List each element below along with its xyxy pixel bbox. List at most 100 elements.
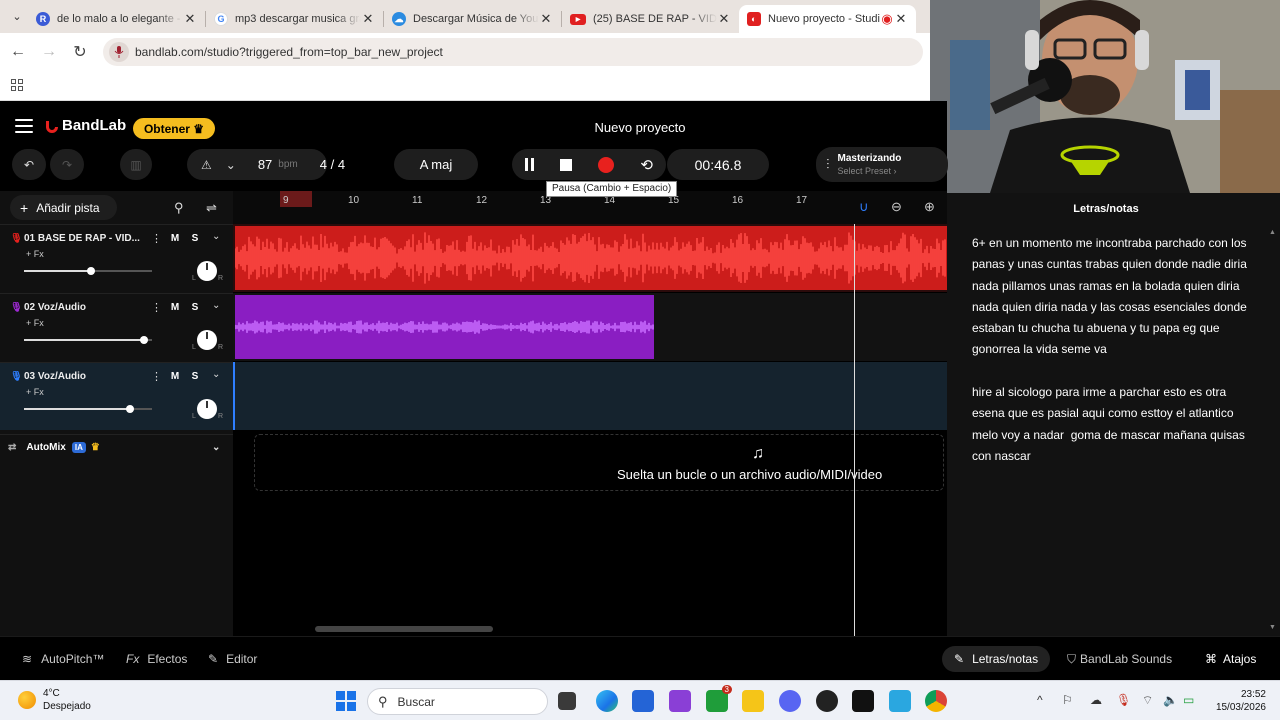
xbox-icon[interactable]: 3 bbox=[706, 685, 732, 712]
key-selector[interactable]: A maj bbox=[394, 149, 478, 180]
track-lane-selected[interactable] bbox=[233, 362, 947, 430]
drop-zone[interactable]: ♫ Suelta un bucle o un archivo audio/MID… bbox=[254, 434, 944, 491]
zoom-in-icon[interactable]: ⊕ bbox=[924, 199, 935, 215]
close-tab-icon[interactable]: ✕ bbox=[183, 11, 197, 27]
timeline-area[interactable]: 9 10 11 12 13 14 15 16 17 ∪ ⊖ ⊕ ♫ Suelta… bbox=[233, 191, 947, 636]
volume-icon[interactable]: 🔈 bbox=[1163, 693, 1178, 707]
shortcuts-button[interactable]: ⌘ Atajos bbox=[1205, 646, 1256, 672]
time-signature[interactable]: 4 / 4 bbox=[320, 157, 345, 172]
more-options-icon[interactable]: ⋮ bbox=[151, 370, 162, 383]
volume-slider[interactable] bbox=[24, 405, 152, 413]
browser-tab[interactable]: G mp3 descargar musica gra ✕ bbox=[206, 5, 383, 33]
app-icon[interactable] bbox=[889, 690, 911, 712]
bpm-value[interactable]: 87 bbox=[258, 157, 272, 172]
microphone-icon[interactable]: 🎙 bbox=[1116, 693, 1131, 707]
track-lane[interactable] bbox=[233, 293, 947, 361]
track-name[interactable]: 02 Voz/Audio bbox=[24, 302, 86, 313]
epic-games-icon[interactable] bbox=[852, 690, 874, 712]
stop-icon[interactable] bbox=[560, 158, 573, 171]
solo-button[interactable]: S bbox=[187, 368, 203, 384]
mute-button[interactable]: M bbox=[167, 368, 183, 384]
close-tab-icon[interactable]: ✕ bbox=[894, 11, 908, 27]
tray-app-icon[interactable]: ⚐ bbox=[1062, 693, 1073, 707]
bandlab-logo[interactable]: BandLab bbox=[44, 117, 126, 134]
loop-icon[interactable]: ⟲ bbox=[640, 156, 653, 174]
chevron-down-icon[interactable]: ⌄ bbox=[212, 300, 220, 311]
piano-keyboard-button[interactable]: ▥ bbox=[120, 149, 152, 180]
close-tab-icon[interactable]: ✕ bbox=[361, 11, 375, 27]
more-options-icon[interactable]: ⋮ bbox=[151, 232, 162, 245]
tab-search-chevron-icon[interactable]: ⌄ bbox=[6, 4, 28, 28]
url-field[interactable]: bandlab.com/studio?triggered_from=top_ba… bbox=[103, 38, 923, 66]
edge-icon[interactable] bbox=[596, 690, 618, 712]
add-track-button[interactable]: + Añadir pista bbox=[10, 195, 117, 220]
chevron-down-icon[interactable]: ⌄ bbox=[212, 231, 220, 242]
lyrics-scrollbar[interactable]: ▲ ▼ bbox=[1269, 229, 1276, 631]
metronome-button[interactable]: ⚠ ⌄ 87 bpm 4 / 4 bbox=[187, 149, 345, 180]
weather-widget[interactable]: 4°C Despejado bbox=[18, 687, 91, 713]
get-subscription-button[interactable]: Obtener ♛ bbox=[133, 118, 215, 139]
mastering-button[interactable]: ⫶ Masterizando Select Preset › bbox=[816, 147, 948, 182]
chevron-up-icon[interactable]: ^ bbox=[1037, 693, 1043, 707]
track-name[interactable]: 03 Voz/Audio bbox=[24, 371, 86, 382]
chevron-down-icon[interactable]: ⌄ bbox=[212, 442, 220, 453]
task-view-icon[interactable] bbox=[558, 692, 576, 710]
close-tab-icon[interactable]: ✕ bbox=[539, 11, 553, 27]
discord-icon[interactable] bbox=[779, 690, 801, 712]
snap-magnet-icon[interactable]: ∪ bbox=[859, 199, 869, 215]
taskbar-search[interactable]: ⚲ Buscar bbox=[367, 688, 548, 715]
automix-row[interactable]: ⇄ AutoMix IA ♛ ⌄ bbox=[0, 434, 233, 460]
solo-button[interactable]: S bbox=[187, 299, 203, 315]
lyrics-notes-button[interactable]: ✎ Letras/notas bbox=[942, 646, 1051, 672]
menu-icon[interactable] bbox=[15, 119, 33, 133]
autopitch-button[interactable]: ≋ AutoPitch™ bbox=[22, 646, 104, 672]
volume-slider[interactable] bbox=[24, 267, 152, 275]
bandlab-sounds-button[interactable]: ⛉ BandLab Sounds bbox=[1067, 646, 1172, 672]
add-fx-button[interactable]: + Fx bbox=[26, 318, 44, 328]
solo-button[interactable]: S bbox=[187, 230, 203, 246]
back-arrow-icon[interactable]: ← bbox=[5, 39, 31, 65]
battery-icon[interactable]: ▭ bbox=[1183, 693, 1194, 707]
pan-knob[interactable] bbox=[197, 261, 217, 281]
mute-button[interactable]: M bbox=[167, 230, 183, 246]
track-row[interactable]: 🎙 01 BASE DE RAP - VID... ⋮ M S ⌄ + Fx L … bbox=[0, 224, 233, 292]
pan-knob[interactable] bbox=[197, 399, 217, 419]
redo-button[interactable]: ↷ bbox=[50, 149, 84, 180]
track-settings-icon[interactable]: ⇌ bbox=[206, 200, 217, 216]
add-fx-button[interactable]: + Fx bbox=[26, 387, 44, 397]
browser-tab[interactable]: R de lo malo a lo elegante - F ✕ bbox=[28, 5, 205, 33]
undo-button[interactable]: ↶ bbox=[12, 149, 46, 180]
track-name[interactable]: 01 BASE DE RAP - VID... bbox=[24, 233, 140, 244]
effects-button[interactable]: Fx Efectos bbox=[126, 646, 187, 672]
browser-tab[interactable]: ☁ Descargar Música de YouT ✕ bbox=[384, 5, 561, 33]
chevron-down-icon[interactable]: ⌄ bbox=[226, 158, 236, 172]
project-title[interactable]: Nuevo proyecto bbox=[540, 120, 740, 135]
browser-tab[interactable]: ▶ (25) BASE DE RAP - VIDA M ✕ bbox=[562, 5, 739, 33]
apps-grid-icon[interactable] bbox=[11, 79, 23, 91]
volume-slider[interactable] bbox=[24, 336, 152, 344]
add-fx-button[interactable]: + Fx bbox=[26, 249, 44, 259]
audio-clip[interactable] bbox=[235, 226, 947, 290]
lyrics-text[interactable]: 6+ en un momento me incontraba parchado … bbox=[972, 233, 1257, 467]
windows-start-icon[interactable] bbox=[335, 690, 357, 712]
tray-app-icon[interactable]: ☁ bbox=[1090, 693, 1102, 707]
pan-knob[interactable] bbox=[197, 330, 217, 350]
chevron-down-icon[interactable]: ⌄ bbox=[212, 369, 220, 380]
zoom-out-icon[interactable]: ⊖ bbox=[891, 199, 902, 215]
more-options-icon[interactable]: ⋮ bbox=[151, 301, 162, 314]
reload-icon[interactable]: ↻ bbox=[67, 39, 93, 65]
photos-icon[interactable] bbox=[669, 690, 691, 712]
track-row[interactable]: 🎙 02 Voz/Audio ⋮ M S ⌄ + Fx L R bbox=[0, 293, 233, 361]
mute-button[interactable]: M bbox=[167, 299, 183, 315]
file-explorer-icon[interactable] bbox=[742, 690, 764, 712]
playhead[interactable] bbox=[854, 224, 855, 636]
close-tab-icon[interactable]: ✕ bbox=[717, 11, 731, 27]
taskbar-clock[interactable]: 23:52 15/03/2026 bbox=[1206, 688, 1266, 714]
pause-icon[interactable] bbox=[525, 158, 535, 171]
audio-clip[interactable] bbox=[235, 295, 654, 359]
track-lane[interactable] bbox=[233, 224, 947, 292]
browser-tab-active[interactable]: ◐ Nuevo proyecto - Studi ◉ ✕ bbox=[739, 5, 916, 33]
tuner-icon[interactable]: ⚲ bbox=[174, 200, 184, 216]
chrome-icon[interactable] bbox=[925, 690, 947, 712]
track-row-selected[interactable]: 🎙 03 Voz/Audio ⋮ M S ⌄ + Fx L R bbox=[0, 362, 233, 430]
